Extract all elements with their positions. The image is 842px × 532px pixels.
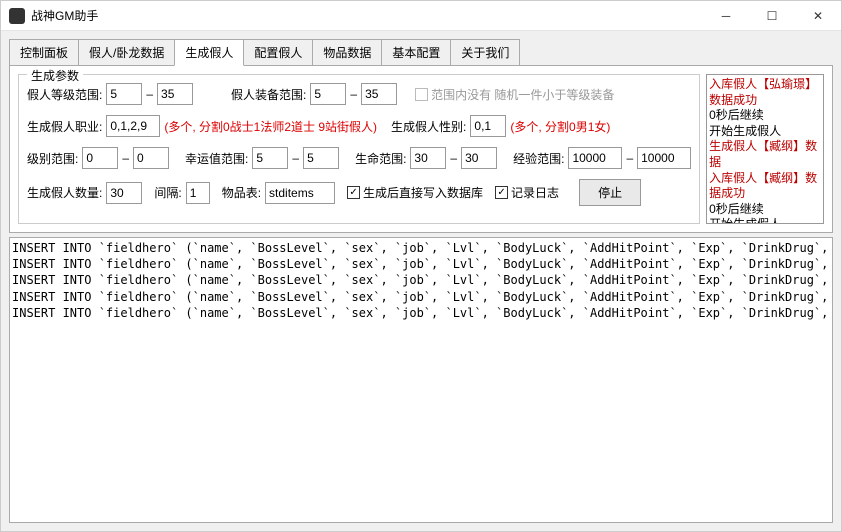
tab-4[interactable]: 物品数据 bbox=[312, 39, 382, 66]
equip-min-input[interactable] bbox=[310, 83, 346, 105]
rank-max-input[interactable] bbox=[133, 147, 169, 169]
close-button[interactable]: ✕ bbox=[795, 1, 841, 30]
sex-input[interactable] bbox=[470, 115, 506, 137]
app-window: 战神GM助手 ─ ☐ ✕ 控制面板假人/卧龙数据生成假人配置假人物品数据基本配置… bbox=[0, 0, 842, 532]
log-line: 0秒后继续 bbox=[709, 202, 821, 218]
item-table-label: 物品表: bbox=[222, 184, 261, 201]
log-panel[interactable]: 入库假人【弘瑜璟】数据成功0秒后继续开始生成假人生成假人【臧纲】数据入库假人【臧… bbox=[706, 74, 824, 224]
maximize-button[interactable]: ☐ bbox=[749, 1, 795, 30]
item-table-input[interactable] bbox=[265, 182, 335, 204]
tab-3[interactable]: 配置假人 bbox=[243, 39, 313, 66]
equip-max-input[interactable] bbox=[361, 83, 397, 105]
life-max-input[interactable] bbox=[461, 147, 497, 169]
tab-bar: 控制面板假人/卧龙数据生成假人配置假人物品数据基本配置关于我们 bbox=[1, 35, 841, 66]
log-checkbox[interactable]: ✓记录日志 bbox=[495, 184, 559, 201]
tab-5[interactable]: 基本配置 bbox=[381, 39, 451, 66]
write-db-checkbox[interactable]: ✓生成后直接写入数据库 bbox=[347, 184, 483, 201]
life-range-label: 生命范围: bbox=[355, 150, 406, 167]
exp-max-input[interactable] bbox=[637, 147, 691, 169]
rank-range-label: 级别范围: bbox=[27, 150, 78, 167]
equip-range-label: 假人装备范围: bbox=[231, 86, 306, 103]
count-input[interactable] bbox=[106, 182, 142, 204]
job-input[interactable] bbox=[106, 115, 160, 137]
tab-content: 生成参数 假人等级范围: – 假人装备范围: – 范围内没有 随机一件小于等级装… bbox=[9, 65, 833, 233]
group-legend: 生成参数 bbox=[27, 67, 83, 84]
log-line: 开始生成假人 bbox=[709, 124, 821, 140]
window-title: 战神GM助手 bbox=[31, 7, 703, 24]
luck-min-input[interactable] bbox=[252, 147, 288, 169]
app-icon bbox=[9, 8, 25, 24]
gen-count-label: 生成假人数量: bbox=[27, 184, 102, 201]
stop-button[interactable]: 停止 bbox=[579, 179, 641, 206]
log-line: 入库假人【弘瑜璟】数据成功 bbox=[709, 77, 821, 108]
exp-min-input[interactable] bbox=[568, 147, 622, 169]
level-min-input[interactable] bbox=[106, 83, 142, 105]
rank-min-input[interactable] bbox=[82, 147, 118, 169]
tab-1[interactable]: 假人/卧龙数据 bbox=[78, 39, 175, 66]
log-line: 开始生成假人 bbox=[709, 217, 821, 224]
level-max-input[interactable] bbox=[157, 83, 193, 105]
sql-output[interactable]: INSERT INTO `fieldhero` (`name`, `BossLe… bbox=[9, 237, 833, 523]
no-equip-checkbox: 范围内没有 随机一件小于等级装备 bbox=[415, 86, 614, 103]
log-line: 入库假人【臧纲】数据成功 bbox=[709, 171, 821, 202]
params-group: 生成参数 假人等级范围: – 假人装备范围: – 范围内没有 随机一件小于等级装… bbox=[18, 74, 700, 224]
gen-job-label: 生成假人职业: bbox=[27, 118, 102, 135]
log-line: 0秒后继续 bbox=[709, 108, 821, 124]
tab-6[interactable]: 关于我们 bbox=[450, 39, 520, 66]
exp-range-label: 经验范围: bbox=[513, 150, 564, 167]
level-range-label: 假人等级范围: bbox=[27, 86, 102, 103]
tab-2[interactable]: 生成假人 bbox=[174, 39, 244, 66]
luck-range-label: 幸运值范围: bbox=[185, 150, 248, 167]
luck-max-input[interactable] bbox=[303, 147, 339, 169]
interval-label: 间隔: bbox=[154, 184, 181, 201]
life-min-input[interactable] bbox=[410, 147, 446, 169]
interval-input[interactable] bbox=[186, 182, 210, 204]
job-hint: (多个, 分割0战士1法师2道士 9站街假人) bbox=[164, 118, 377, 135]
tab-0[interactable]: 控制面板 bbox=[9, 39, 79, 66]
sex-hint: (多个, 分割0男1女) bbox=[510, 118, 610, 135]
gen-sex-label: 生成假人性别: bbox=[391, 118, 466, 135]
minimize-button[interactable]: ─ bbox=[703, 1, 749, 30]
log-line: 生成假人【臧纲】数据 bbox=[709, 139, 821, 170]
titlebar: 战神GM助手 ─ ☐ ✕ bbox=[1, 1, 841, 31]
